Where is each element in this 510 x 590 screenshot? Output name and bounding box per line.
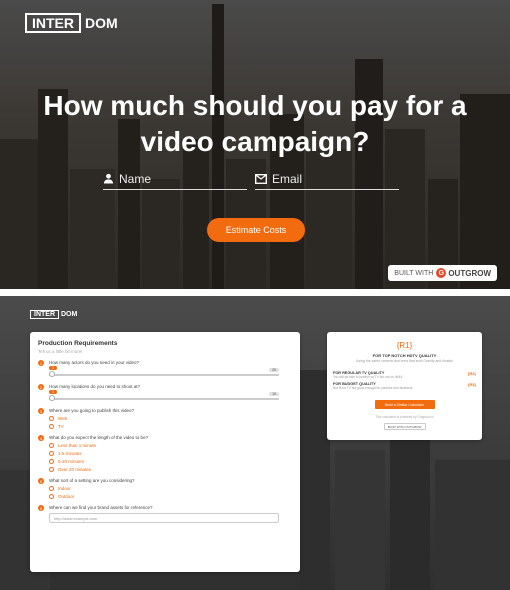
slider-handle[interactable] [49, 395, 55, 401]
calculator-panel: INTER DOM Production Requirements Tell u… [0, 296, 510, 590]
slider-value: 1 [49, 366, 57, 370]
result-card: {R1} FOR TOP NOTCH HDTV QUALITY Using th… [327, 332, 482, 440]
question-publish: 3 Where are you going to publish this vi… [38, 408, 293, 429]
row-desc: You will be able to publish on TV but no… [333, 375, 403, 379]
question-actors: 1 How many actors do you need in your vi… [38, 360, 293, 378]
radio-icon [49, 424, 54, 429]
mail-icon [255, 173, 267, 184]
page-title: How much should you pay for a video camp… [43, 90, 467, 157]
question-number: 3 [38, 408, 44, 414]
question-text: What sort of a setting are you consideri… [49, 478, 135, 483]
email-field-wrapper [255, 168, 399, 190]
slider-track [49, 374, 279, 376]
slider-track [49, 398, 279, 400]
slider-value: 1 [49, 390, 57, 394]
radio-icon [49, 443, 54, 448]
radio-option[interactable]: 5-20 minutes [49, 459, 293, 464]
question-length: 4 What do you expect the length of the v… [38, 435, 293, 472]
email-input[interactable] [272, 171, 382, 186]
row-value: {R2} [467, 371, 476, 376]
option-label: 1-5 minutes [58, 451, 82, 456]
question-locations: 2 How many locations do you need to shoo… [38, 384, 293, 402]
logo-dom: DOM [85, 15, 118, 31]
radio-option[interactable]: Over 20 minutes [49, 467, 293, 472]
outgrow-label: OUTGROW [448, 268, 491, 278]
slider-max: 20 [269, 368, 279, 372]
radio-option[interactable]: TV [49, 424, 293, 429]
locations-slider[interactable]: 1 10 [49, 390, 279, 402]
built-with-outgrow-badge[interactable]: BUILT WITH G OUTGROW [388, 265, 497, 281]
radio-icon [49, 494, 54, 499]
calc-logo[interactable]: INTER DOM [30, 310, 77, 319]
question-text: Where can we find your brand assets for … [49, 505, 153, 510]
option-label: Indoor [58, 486, 71, 491]
powered-by-note: This calculator is powered by Outgrow.co [375, 415, 434, 419]
question-text: What do you expect the length of the vid… [49, 435, 149, 440]
outgrow-icon: G [436, 268, 447, 278]
radio-icon [49, 467, 54, 472]
question-number: 6 [38, 505, 44, 511]
section-subtitle: Tell us a little bit more! [38, 349, 83, 354]
option-label: Over 20 minutes [58, 467, 92, 472]
production-requirements-card: Production Requirements Tell us a little… [30, 332, 300, 572]
result-heading: FOR TOP NOTCH HDTV QUALITY [372, 353, 437, 358]
row-desc: Not fit for TV but good enough for youtu… [333, 386, 413, 390]
built-with-label: BUILT WITH [394, 269, 434, 277]
logo-inter: INTER [25, 13, 81, 33]
question-number: 5 [38, 478, 44, 484]
option-label: Less than 1 minute [58, 443, 97, 448]
outgrow-logo: G OUTGROW [436, 268, 491, 278]
calc-logo-dom: DOM [61, 311, 78, 318]
question-number: 1 [38, 360, 44, 366]
radio-icon [49, 416, 54, 421]
option-label: 5-20 minutes [58, 459, 85, 464]
estimate-costs-button[interactable]: Estimate Costs [207, 218, 305, 242]
question-text: How many locations do you need to shoot … [49, 384, 141, 389]
question-number: 2 [38, 384, 44, 390]
actors-slider[interactable]: 1 20 [49, 366, 279, 378]
radio-icon [49, 459, 54, 464]
name-field-wrapper [103, 168, 247, 190]
radio-option[interactable]: Outdoor [49, 494, 293, 499]
result-price: {R1} [396, 341, 413, 350]
radio-icon [49, 486, 54, 491]
calc-logo-inter: INTER [30, 310, 59, 319]
radio-option[interactable]: 1-5 minutes [49, 451, 293, 456]
radio-option[interactable]: Web [49, 416, 293, 421]
result-row-regular: FOR REGULAR TV QUALITY You will be able t… [333, 371, 476, 379]
slider-handle[interactable] [49, 371, 55, 377]
interdom-logo[interactable]: INTER DOM [25, 13, 118, 33]
url-input[interactable]: http://www.example.com [49, 513, 279, 523]
result-row-budget: FOR BUDGET QUALITY Not fit for TV but goo… [333, 382, 476, 390]
result-subtext: Using the same camera and crew that shot… [355, 359, 454, 363]
option-label: Outdoor [58, 494, 75, 499]
option-label: Web [58, 416, 68, 421]
radio-option[interactable]: Less than 1 minute [49, 443, 293, 448]
row-value: {R3} [467, 382, 476, 387]
question-setting: 5 What sort of a setting are you conside… [38, 478, 293, 499]
question-brand-assets: 6 Where can we find your brand assets fo… [38, 505, 293, 523]
question-number: 4 [38, 435, 44, 441]
question-text: How many actors do you need in your vide… [49, 360, 140, 365]
option-label: TV [58, 424, 64, 429]
radio-option[interactable]: Indoor [49, 486, 293, 491]
outgrow-badge[interactable]: BUILT WITH OUTGROW [383, 423, 426, 430]
name-input[interactable] [119, 171, 229, 186]
slider-max: 10 [269, 392, 279, 396]
radio-icon [49, 451, 54, 456]
landing-panel: INTER DOM How much should you pay for a … [0, 0, 510, 289]
build-similar-calculator-button[interactable]: Build a Similar Calculator [374, 400, 435, 409]
question-text: Where are you going to publish this vide… [49, 408, 135, 413]
user-icon [103, 173, 114, 184]
section-title: Production Requirements [38, 340, 118, 347]
